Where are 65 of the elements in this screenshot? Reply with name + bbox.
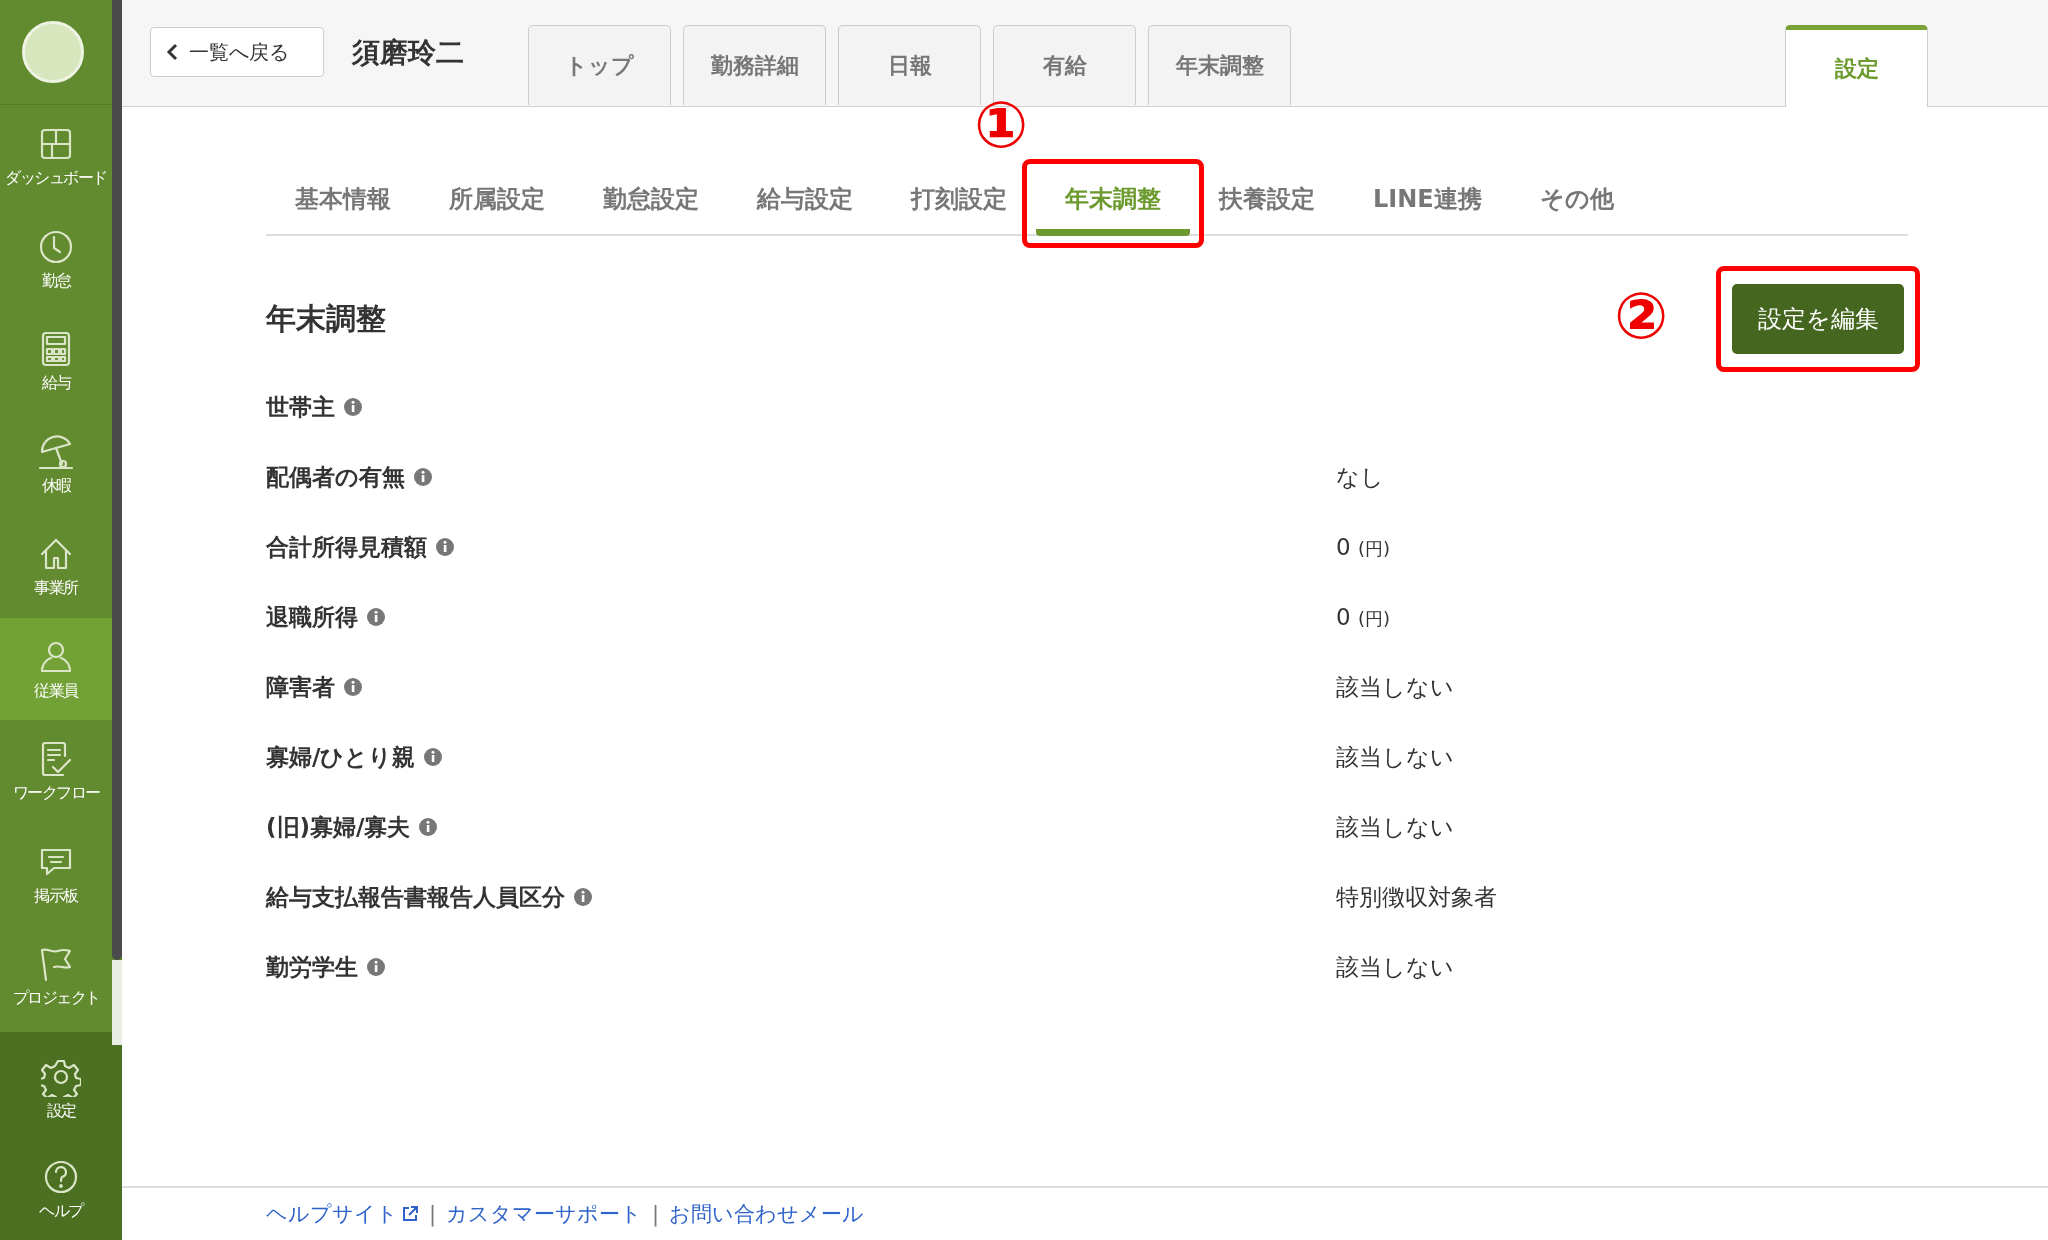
sidebar-item[interactable]: 掲示板 (0, 822, 112, 926)
sidebar-item[interactable]: 事業所 (0, 515, 112, 618)
field-label: 世帯主 (266, 392, 335, 422)
section-title: 年末調整 (266, 299, 386, 338)
info-icon[interactable] (366, 957, 386, 977)
info-icon[interactable] (573, 887, 593, 907)
footer-link[interactable]: ヘルプサイト (266, 1200, 419, 1228)
field-label: 給与支払報告書報告人員区分 (266, 882, 565, 912)
sub-tab[interactable]: 年末調整 (1036, 169, 1190, 236)
edit-settings-button[interactable]: 設定を編集 (1732, 284, 1904, 354)
sub-tab[interactable]: 勤怠設定 (574, 169, 728, 236)
info-icon[interactable] (343, 677, 363, 697)
field-label: (旧)寡婦/寡夫 (266, 812, 411, 842)
sidebar-item[interactable]: 休暇 (0, 412, 112, 516)
info-icon[interactable] (418, 817, 439, 837)
tab[interactable]: 勤務詳細 (683, 25, 826, 105)
sub-tab[interactable]: 扶養設定 (1190, 169, 1344, 236)
sub-tab[interactable]: 打刻設定 (882, 169, 1036, 236)
tab[interactable]: 設定 (1785, 25, 1928, 107)
scrollbar-thumb[interactable] (112, 0, 122, 960)
footer-link[interactable]: カスタマーサポート (446, 1200, 643, 1228)
field-value: なし (1336, 462, 1384, 492)
sidebar-item[interactable]: プロジェクト (0, 925, 112, 1028)
sidebar-item[interactable]: ダッシュボード (0, 105, 112, 208)
sidebar-item[interactable]: 給与 (0, 310, 112, 413)
field-value: 特別徴収対象者 (1336, 882, 1497, 912)
tab[interactable]: トップ (528, 25, 671, 105)
chevron-left-icon (165, 43, 179, 61)
field-label: 寡婦/ひとり親 (266, 742, 416, 772)
employee-name: 須磨玲二 (352, 35, 464, 71)
sub-tab[interactable]: 所属設定 (420, 169, 574, 236)
footer-link[interactable]: お問い合わせメール (669, 1200, 865, 1228)
sidebar-item[interactable]: ワークフロー (0, 720, 112, 823)
external-link-icon (401, 1205, 419, 1223)
tab[interactable]: 年末調整 (1148, 25, 1291, 105)
info-icon[interactable] (413, 467, 433, 487)
info-icon[interactable] (343, 397, 363, 417)
info-icon[interactable] (435, 537, 455, 557)
back-button[interactable]: 一覧へ戻る (150, 27, 324, 77)
separator: | (652, 1202, 660, 1226)
sidebar-item[interactable]: 勤怠 (0, 207, 112, 311)
info-icon[interactable] (366, 607, 386, 627)
sub-tab[interactable]: LINE連携 (1344, 169, 1511, 236)
field-value: 該当しない (1336, 742, 1454, 772)
field-value: 0 (円) (1336, 603, 1390, 631)
sidebar-item[interactable]: ヘルプ (0, 1139, 122, 1240)
info-icon[interactable] (423, 747, 444, 767)
tab[interactable]: 日報 (838, 25, 981, 105)
sub-tab[interactable]: 基本情報 (266, 169, 420, 236)
separator: | (429, 1202, 437, 1226)
field-label: 勤労学生 (266, 952, 358, 982)
sub-tab[interactable]: その他 (1510, 169, 1643, 236)
callout-number: ② (1614, 284, 1669, 348)
field-value: 該当しない (1336, 672, 1454, 702)
gear-icon (41, 1057, 81, 1098)
sidebar-item[interactable]: 設定 (0, 1039, 122, 1140)
field-value: 0 (円) (1336, 533, 1390, 561)
field-label: 障害者 (266, 672, 335, 702)
field-label: 合計所得見積額 (266, 532, 427, 562)
sub-tab[interactable]: 給与設定 (728, 169, 882, 236)
field-label: 退職所得 (266, 602, 358, 632)
field-value: 該当しない (1336, 952, 1454, 982)
field-label: 配偶者の有無 (266, 462, 405, 492)
sidebar-item[interactable]: 従業員 (0, 617, 112, 721)
field-value: 該当しない (1336, 812, 1454, 842)
